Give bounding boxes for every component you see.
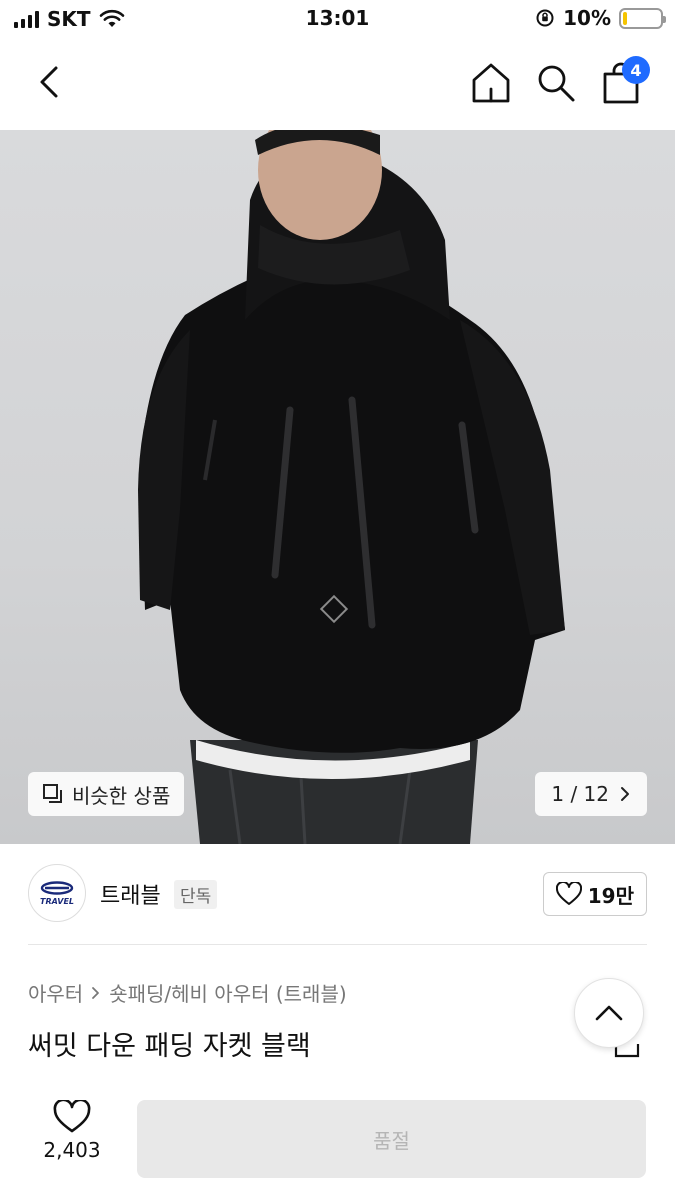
product-photo [138, 130, 565, 844]
status-bar: SKT 13:01 10% [0, 0, 675, 38]
similar-products-button[interactable]: 비슷한 상품 [28, 772, 185, 816]
heart-icon [555, 882, 582, 905]
cart-count-badge: 4 [622, 56, 650, 84]
orientation-lock-icon [536, 9, 554, 27]
brand-emblem-icon [40, 880, 74, 895]
chevron-right-icon [621, 787, 629, 801]
breadcrumb: 아우터 숏패딩/헤비 아우터 (트래블) [28, 978, 347, 1007]
brand-like-button[interactable]: 19만 [542, 872, 647, 916]
copy-icon [43, 784, 62, 803]
product-title: 써밋 다운 패딩 자켓 블랙 [28, 1031, 311, 1062]
search-icon [538, 65, 575, 102]
home-button[interactable] [468, 60, 514, 106]
search-button[interactable] [533, 60, 579, 106]
similar-products-label: 비슷한 상품 [72, 783, 171, 808]
breadcrumb-category[interactable]: 아우터 [28, 978, 83, 1007]
breadcrumb-subcategory[interactable]: 숏패딩/헤비 아우터 (트래블) [109, 978, 346, 1007]
product-image-carousel[interactable]: 비슷한 상품 1 / 12 [0, 130, 675, 844]
battery-percent: 10% [563, 6, 611, 30]
sold-out-button[interactable]: 품절 [137, 1100, 646, 1178]
scroll-to-top-button[interactable] [574, 978, 644, 1048]
brand-logo-text: TRAVEL [39, 896, 75, 906]
image-pager[interactable]: 1 / 12 [535, 772, 647, 816]
chevron-right-icon [92, 986, 100, 999]
page-indicator: 1 / 12 [551, 782, 609, 806]
chevron-left-icon [40, 66, 58, 98]
home-icon [472, 63, 510, 103]
divider [28, 944, 647, 945]
back-button[interactable] [28, 60, 72, 104]
heart-icon [53, 1100, 91, 1133]
cart-button[interactable]: 4 [598, 56, 650, 106]
brand-row: TRAVEL 트래블 단독 19만 [28, 862, 647, 928]
battery-level-fill [623, 11, 627, 25]
brand-like-count: 19만 [587, 883, 634, 908]
product-like-button[interactable]: 2,403 [28, 1100, 116, 1180]
battery-icon [619, 7, 666, 29]
top-nav: 4 [0, 38, 675, 130]
exclusive-badge: 단독 [174, 880, 218, 909]
brand-name-link[interactable]: 트래블 [100, 878, 161, 910]
product-like-count: 2,403 [43, 1138, 101, 1162]
brand-logo[interactable]: TRAVEL [28, 864, 86, 922]
chevron-up-icon [595, 1005, 623, 1021]
